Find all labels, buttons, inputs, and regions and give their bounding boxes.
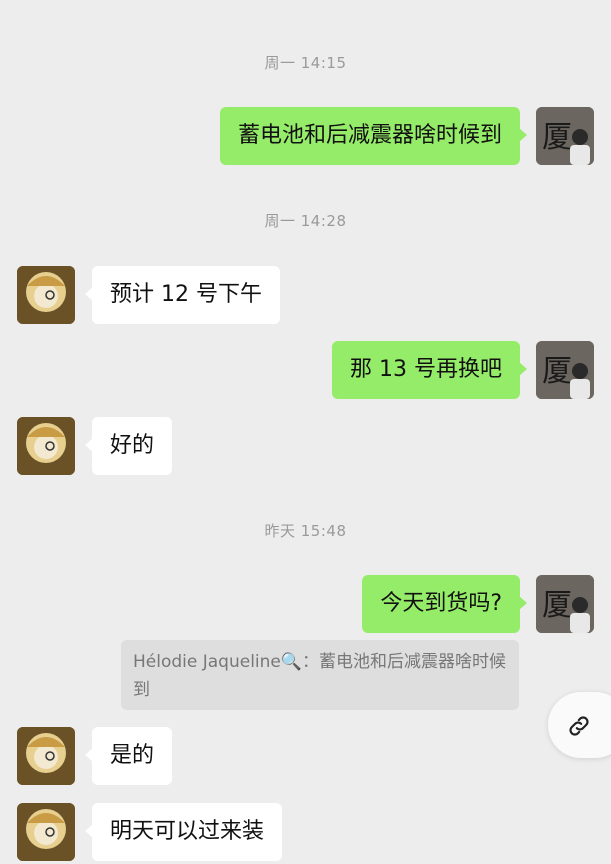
quote-sender: Hélodie Jaqueline🔍： — [133, 652, 320, 672]
timestamp: 昨天 15:48 — [264, 522, 347, 540]
avatar-image: 厦 — [536, 107, 594, 165]
message-bubble-received[interactable]: 明天可以过来装 — [84, 803, 283, 861]
avatar[interactable]: 厦 — [536, 575, 594, 633]
link-icon — [569, 716, 589, 736]
avatar[interactable] — [17, 727, 75, 785]
svg-text:厦: 厦 — [542, 120, 572, 155]
avatar[interactable]: 厦 — [536, 107, 594, 165]
message-bubble-sent[interactable]: 蓄电池和后减震器啥时候到 — [219, 107, 528, 165]
avatar[interactable] — [17, 266, 75, 324]
avatar-image: 厦 — [536, 575, 594, 633]
quoted-message[interactable]: Hélodie Jaqueline🔍：蓄电池和后减震器啥时候到 — [121, 640, 519, 710]
avatar[interactable] — [17, 417, 75, 475]
avatar-image — [17, 266, 75, 324]
message-bubble-sent[interactable]: 今天到货吗? — [362, 575, 527, 633]
avatar[interactable]: 厦 — [536, 341, 594, 399]
avatar[interactable] — [17, 803, 75, 861]
message-bubble-sent[interactable]: 那 13 号再换吧 — [332, 341, 527, 399]
avatar-image — [17, 803, 75, 861]
floating-link-button[interactable] — [548, 692, 611, 758]
timestamp: 周一 14:15 — [264, 54, 347, 72]
avatar-image — [17, 417, 75, 475]
message-bubble-received[interactable]: 预计 12 号下午 — [85, 266, 280, 324]
message-bubble-received[interactable]: 好的 — [84, 417, 173, 475]
svg-text:厦: 厦 — [542, 588, 572, 623]
avatar-image: 厦 — [536, 341, 594, 399]
timestamp: 周一 14:28 — [264, 212, 347, 230]
message-bubble-received[interactable]: 是的 — [84, 727, 173, 785]
svg-text:厦: 厦 — [542, 354, 572, 389]
avatar-image — [17, 727, 75, 785]
